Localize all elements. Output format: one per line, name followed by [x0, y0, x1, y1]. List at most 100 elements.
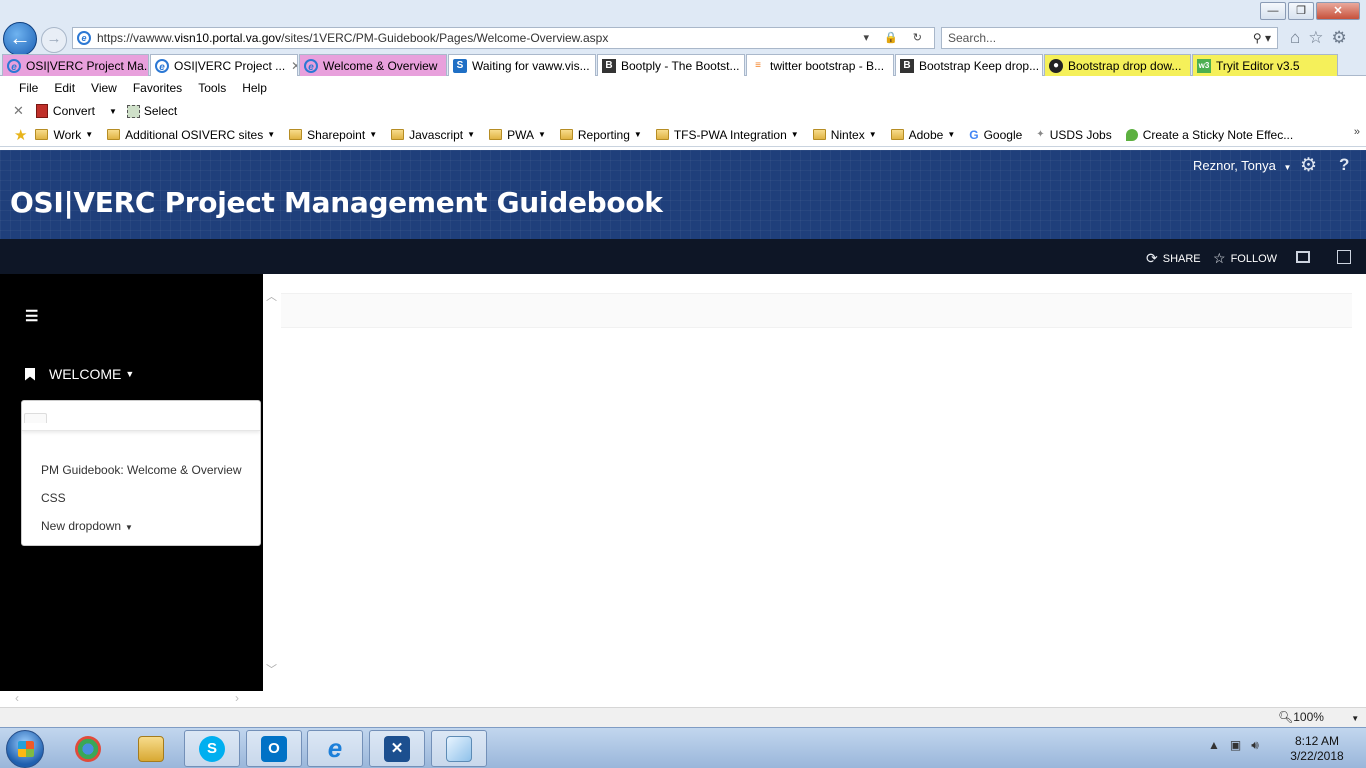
taskbar-notepad[interactable] [431, 730, 487, 767]
favorites-folder[interactable]: Javascript ▼ [391, 128, 475, 142]
scroll-left-icon[interactable]: ‹ [15, 691, 19, 705]
page-ribbon: ⟳ SHARE ☆ FOLLOW [0, 239, 1366, 274]
system-tray: ▲ ▣ 🔊︎ [1208, 738, 1259, 753]
menu-favorites[interactable]: Favorites [133, 81, 182, 95]
favorites-link-sticky[interactable]: Create a Sticky Note Effec... [1125, 128, 1293, 142]
tools-icon: ✕ [384, 735, 410, 762]
page-settings-icon[interactable] [1337, 250, 1351, 264]
nav-welcome-toggle[interactable]: WELCOME ▼ [25, 366, 134, 382]
restore-button[interactable]: ❐ [1288, 2, 1314, 20]
favorites-star-icon[interactable]: ☆ [1308, 28, 1323, 48]
user-menu[interactable]: Reznor, Tonya ▼ [1193, 158, 1291, 173]
taskbar-tools[interactable]: ✕ [369, 730, 425, 767]
focus-content-icon[interactable] [1296, 251, 1310, 263]
address-url[interactable]: https://vawww.visn10.portal.va.gov/sites… [97, 31, 608, 45]
favorites-folder[interactable]: Sharepoint ▼ [289, 128, 377, 142]
chevron-down-icon: ▼ [1283, 163, 1292, 172]
site-header: Reznor, Tonya ▼ ⚙ ? OSI|VERC Project Man… [0, 150, 1366, 239]
zoom-control[interactable]: 🔍︎100% ▼ [1278, 710, 1359, 724]
scroll-down-icon[interactable]: ﹀ [266, 661, 277, 677]
taskbar-skype[interactable]: S [184, 730, 240, 767]
chevron-down-icon: ▼ [790, 130, 799, 139]
back-button[interactable]: ← [3, 22, 37, 56]
browser-tab[interactable]: B Bootstrap Keep drop... [895, 54, 1043, 76]
favorites-overflow-icon[interactable]: » [1354, 126, 1360, 138]
welcome-dropdown-menu: PM Guidebook: Welcome & Overview CSS New… [21, 400, 261, 546]
menu-view[interactable]: View [91, 81, 117, 95]
settings-gear-icon[interactable]: ⚙ [1300, 154, 1317, 177]
dropdown-item-new-dropdown[interactable]: New dropdown ▼ [41, 519, 133, 533]
chevron-down-icon: ▼ [537, 130, 546, 139]
taskbar-chrome[interactable] [60, 730, 116, 767]
dropdown-tab-handle [24, 413, 47, 423]
share-button[interactable]: ⟳ SHARE [1146, 250, 1201, 267]
favorites-folder[interactable]: Work ▼ [35, 128, 93, 142]
search-icon[interactable]: ⚲ ▾ [1253, 28, 1271, 48]
stackoverflow-icon: ≡ [755, 59, 761, 71]
browser-tab[interactable]: B Bootply - The Bootst... [597, 54, 745, 76]
taskbar-file-explorer[interactable] [123, 730, 179, 767]
hamburger-menu-icon[interactable]: ☰ [25, 307, 38, 325]
sharepoint-icon: S [453, 58, 467, 73]
chevron-down-icon: ▼ [85, 130, 94, 139]
browser-tab[interactable]: e Welcome & Overview [299, 54, 447, 76]
favorites-folder[interactable]: Nintex ▼ [812, 128, 877, 142]
address-bar[interactable]: e https://vawww.visn10.portal.va.gov/sit… [72, 27, 935, 49]
close-toolbar-icon[interactable]: ✕ [13, 103, 24, 119]
browser-tab[interactable]: ● Bootstrap drop dow... [1044, 54, 1191, 76]
favorites-bar: ★ Work ▼ Additional OSIVERC sites ▼ Sharep… [0, 123, 1366, 147]
horizontal-scrollbar[interactable]: ‹ › [0, 691, 281, 707]
favorites-folder[interactable]: Additional OSIVERC sites ▼ [107, 128, 275, 142]
volume-icon[interactable]: 🔊︎ [1251, 738, 1259, 753]
favorites-link-usds[interactable]: ✦ USDS Jobs [1036, 128, 1111, 142]
home-icon[interactable]: ⌂ [1290, 28, 1300, 48]
folder-icon [391, 129, 405, 140]
scroll-up-icon[interactable]: ︿ [266, 288, 277, 304]
folder-icon [35, 129, 49, 140]
favorites-folder[interactable]: TFS-PWA Integration ▼ [655, 128, 799, 142]
convert-button[interactable]: Convert [53, 104, 95, 118]
browser-tab[interactable]: w3 Tryit Editor v3.5 [1192, 54, 1338, 76]
browser-tab[interactable]: ≡ twitter bootstrap - B... [746, 54, 894, 76]
network-icon[interactable]: ▣ [1230, 738, 1241, 753]
side-navigation: ☰ WELCOME ▼ PM Guidebook: Welcome & Over… [0, 274, 263, 691]
favorites-link-google[interactable]: G Google [969, 128, 1022, 142]
taskbar-internet-explorer[interactable]: e [307, 730, 363, 767]
select-button[interactable]: Select [144, 104, 177, 118]
scroll-right-icon[interactable]: › [235, 691, 239, 705]
folder-icon [489, 129, 503, 140]
forward-button[interactable]: → [41, 27, 67, 53]
folder-icon [890, 129, 904, 140]
site-title[interactable]: OSI|VERC Project Management Guidebook [10, 186, 663, 219]
skype-icon: S [199, 735, 225, 762]
show-hidden-icons-icon[interactable]: ▲ [1208, 738, 1220, 753]
add-favorite-star-icon[interactable]: ★ [14, 126, 27, 144]
system-clock[interactable]: 8:12 AM 3/22/2018 [1284, 734, 1350, 764]
address-tools[interactable]: ▾ 🔒 ↻ [863, 31, 928, 44]
minimize-button[interactable]: — [1260, 2, 1286, 20]
start-button[interactable] [6, 730, 44, 768]
vertical-scrollbar[interactable]: ︿ ﹀ [263, 274, 281, 691]
favorites-folder[interactable]: Adobe ▼ [890, 128, 955, 142]
tab-close-icon[interactable]: ✕ [285, 59, 297, 73]
chevron-down-icon: ▼ [868, 130, 877, 139]
command-bar: ✕ Convert ▼ Select [0, 99, 1366, 123]
tools-gear-icon[interactable]: ⚙ [1332, 28, 1347, 48]
chevron-down-icon[interactable]: ▼ [109, 107, 117, 116]
favorites-folder[interactable]: PWA ▼ [489, 128, 546, 142]
menu-file[interactable]: File [19, 81, 38, 95]
dropdown-item-pm-guidebook[interactable]: PM Guidebook: Welcome & Overview [41, 463, 242, 477]
follow-button[interactable]: ☆ FOLLOW [1213, 250, 1277, 267]
menu-edit[interactable]: Edit [54, 81, 75, 95]
help-icon[interactable]: ? [1339, 155, 1349, 175]
favorites-folder[interactable]: Reporting ▼ [559, 128, 642, 142]
menu-tools[interactable]: Tools [198, 81, 226, 95]
dropdown-item-css[interactable]: CSS [41, 491, 66, 505]
taskbar-outlook[interactable]: O [246, 730, 302, 767]
browser-tab[interactable]: S Waiting for vaww.vis... [448, 54, 596, 76]
browser-tab-active[interactable]: eOSI|VERC Project ... ✕ [150, 54, 298, 76]
search-input[interactable]: Search... ⚲ ▾ [941, 27, 1278, 49]
close-window-button[interactable]: ✕ [1316, 2, 1360, 20]
menu-help[interactable]: Help [242, 81, 267, 95]
browser-tab[interactable]: e OSI|VERC Project Ma... [2, 54, 149, 76]
